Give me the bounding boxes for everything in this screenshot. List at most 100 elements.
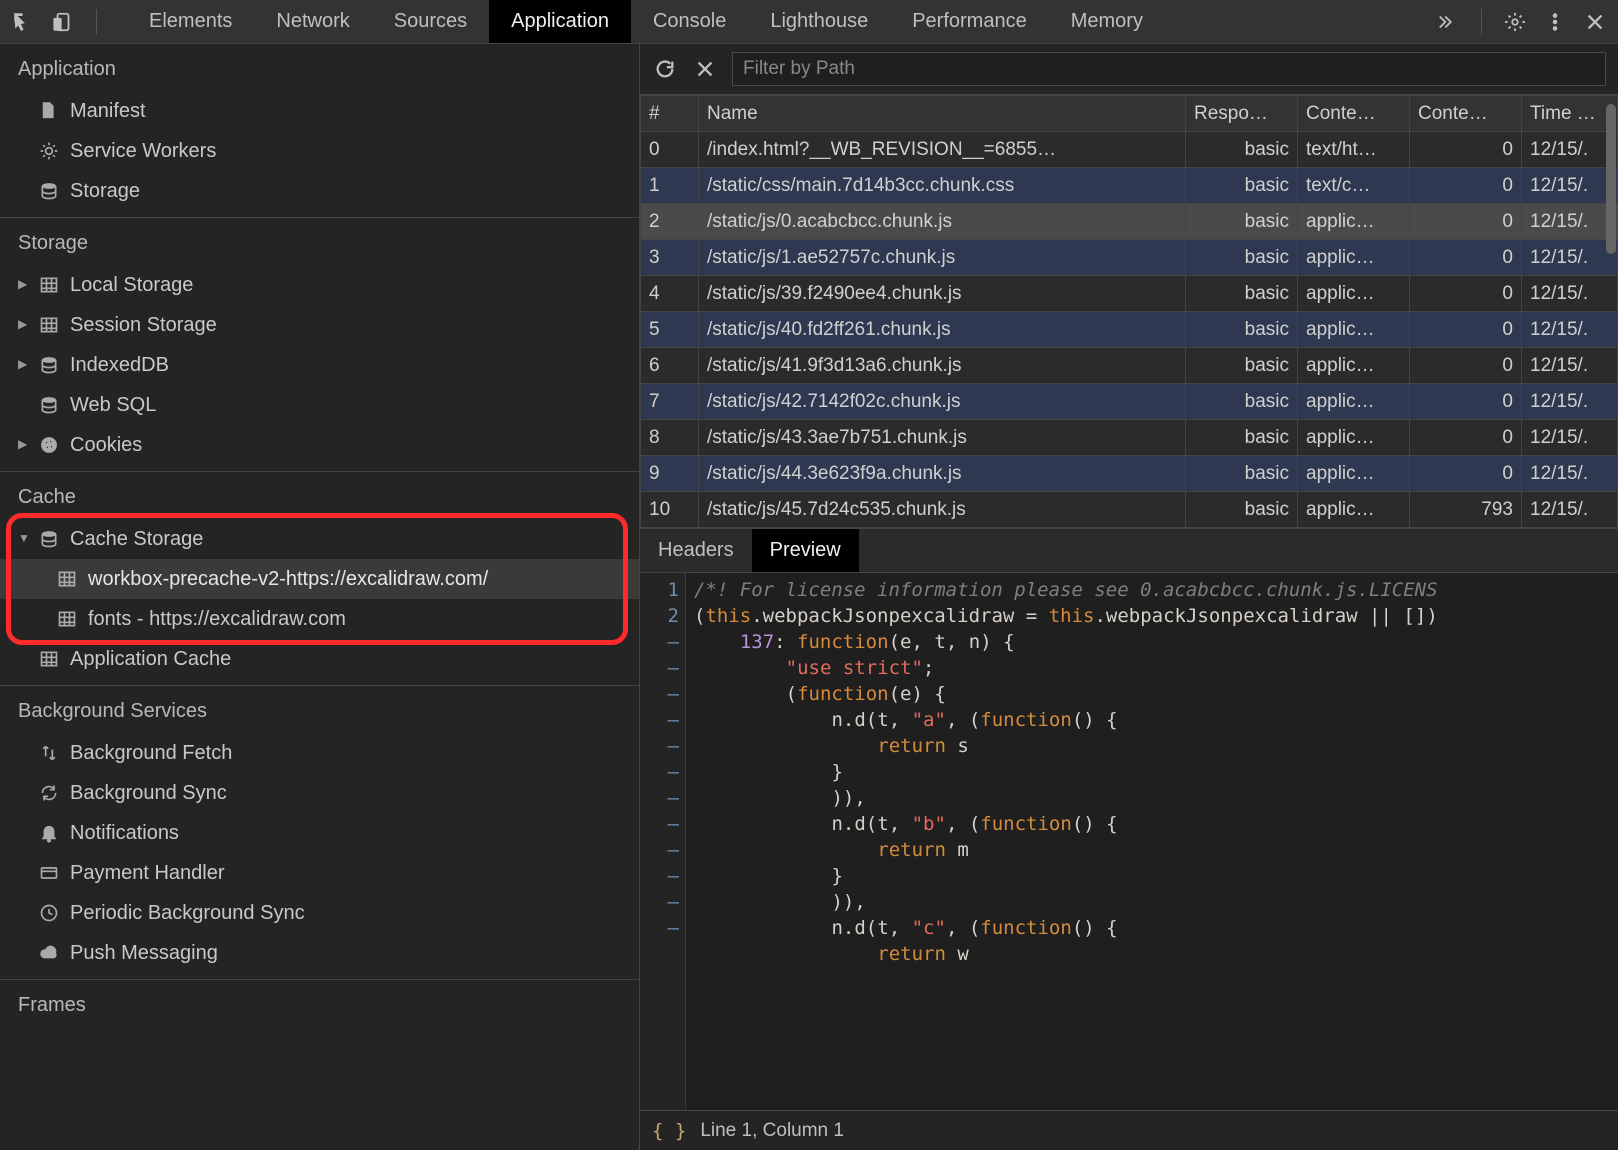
cell-name: /static/js/1.ae52757c.chunk.js [699,240,1186,276]
tree-item[interactable]: Background Sync [0,773,639,813]
tree-item-label: Local Storage [70,269,193,301]
caret-right-icon[interactable]: ▶ [18,435,28,454]
cell-c2: 0 [1410,276,1522,312]
tree-item[interactable]: workbox-precache-v2-https://excalidraw.c… [0,559,639,599]
tree-item[interactable]: ▶Session Storage [0,305,639,345]
tab-label: Network [276,10,349,33]
db-icon [38,354,60,376]
inspect-element-icon[interactable] [10,9,36,35]
cell-idx: 8 [641,420,699,456]
caret-right-icon[interactable]: ▶ [18,315,28,334]
column-header[interactable]: Time … [1522,96,1618,132]
tree-item[interactable]: Manifest [0,91,639,131]
fold-marker[interactable]: — [642,681,679,707]
tree-item-label: Storage [70,175,140,207]
cell-time: 12/15/. [1522,384,1618,420]
cell-c2: 0 [1410,204,1522,240]
column-header[interactable]: Conte… [1298,96,1410,132]
cell-c1: applic… [1298,348,1410,384]
table-row[interactable]: 8/static/js/43.3ae7b751.chunk.jsbasicapp… [641,420,1618,456]
fold-marker[interactable]: — [642,655,679,681]
tree-item-label: Notifications [70,817,179,849]
vertical-scrollbar-thumb[interactable] [1606,104,1616,254]
fold-marker[interactable]: — [642,759,679,785]
fold-marker[interactable]: — [642,707,679,733]
cell-idx: 4 [641,276,699,312]
table-row[interactable]: 0/index.html?__WB_REVISION__=6855…basict… [641,132,1618,168]
reload-icon[interactable] [652,56,678,82]
tree-item[interactable]: Application Cache [0,639,639,679]
delete-entry-icon[interactable] [692,56,718,82]
caret-right-icon[interactable]: ▶ [18,275,28,294]
column-header[interactable]: Conte… [1410,96,1522,132]
tree-item[interactable]: Payment Handler [0,853,639,893]
cell-name: /static/js/44.3e623f9a.chunk.js [699,456,1186,492]
tree-item[interactable]: fonts - https://excalidraw.com [0,599,639,639]
table-row[interactable]: 9/static/js/44.3e623f9a.chunk.jsbasicapp… [641,456,1618,492]
tree-item[interactable]: Web SQL [0,385,639,425]
tree-item[interactable]: ▶ Cookies [0,425,639,465]
tab-network[interactable]: Network [254,0,371,43]
fold-marker[interactable]: — [642,629,679,655]
more-tabs-chevron-icon[interactable] [1435,9,1461,35]
tree-item[interactable]: Service Workers [0,131,639,171]
tab-performance[interactable]: Performance [890,0,1049,43]
caret-right-icon[interactable]: ▶ [18,355,28,374]
tree-item[interactable]: Background Fetch [0,733,639,773]
tree-item[interactable]: ▼ Cache Storage [0,519,639,559]
fold-marker[interactable]: — [642,733,679,759]
fold-marker[interactable]: — [642,811,679,837]
table-row[interactable]: 5/static/js/40.fd2ff261.chunk.jsbasicapp… [641,312,1618,348]
tab-memory[interactable]: Memory [1049,0,1165,43]
close-devtools-icon[interactable] [1582,9,1608,35]
subtab-headers[interactable]: Headers [640,529,752,572]
table-row[interactable]: 7/static/js/42.7142f02c.chunk.jsbasicapp… [641,384,1618,420]
fold-marker[interactable]: — [642,863,679,889]
fold-marker[interactable]: — [642,915,679,941]
cell-name: /static/js/41.9f3d13a6.chunk.js [699,348,1186,384]
fold-marker[interactable]: — [642,837,679,863]
cell-c2: 0 [1410,384,1522,420]
tab-lighthouse[interactable]: Lighthouse [748,0,890,43]
card-icon [38,862,60,884]
tab-elements[interactable]: Elements [127,0,254,43]
settings-icon[interactable] [1502,9,1528,35]
column-header[interactable]: # [641,96,699,132]
toggle-device-icon[interactable] [50,9,76,35]
tree-item-label: Cookies [70,429,142,461]
tree-item-label: Web SQL [70,389,156,421]
column-header[interactable]: Name [699,96,1186,132]
tree-item[interactable]: Storage [0,171,639,211]
tab-sources[interactable]: Sources [372,0,489,43]
kebab-menu-icon[interactable] [1542,9,1568,35]
cell-c1: applic… [1298,456,1410,492]
tab-console[interactable]: Console [631,0,748,43]
tree-item-label: Cache Storage [70,523,203,555]
cache-storage-detail: #NameRespo…Conte…Conte…Time …0/index.htm… [640,44,1618,1150]
table-row[interactable]: 6/static/js/41.9f3d13a6.chunk.jsbasicapp… [641,348,1618,384]
tree-item[interactable]: ▶IndexedDB [0,345,639,385]
tab-application[interactable]: Application [489,0,631,43]
subtab-preview[interactable]: Preview [752,529,859,572]
fold-marker[interactable]: — [642,889,679,915]
table-row[interactable]: 3/static/js/1.ae52757c.chunk.jsbasicappl… [641,240,1618,276]
tree-item[interactable]: Push Messaging [0,933,639,973]
table-row[interactable]: 10/static/js/45.7d24c535.chunk.jsbasicap… [641,492,1618,528]
tree-item[interactable]: Notifications [0,813,639,853]
pretty-print-icon[interactable]: { } [652,1120,686,1142]
fold-marker[interactable]: — [642,785,679,811]
filter-input[interactable] [732,52,1606,86]
clock-icon [38,902,60,924]
tree-item-label: Service Workers [70,135,216,167]
table-row[interactable]: 4/static/js/39.f2490ee4.chunk.jsbasicapp… [641,276,1618,312]
column-header[interactable]: Respo… [1186,96,1298,132]
tree-item[interactable]: Periodic Background Sync [0,893,639,933]
cell-name: /static/css/main.7d14b3cc.chunk.css [699,168,1186,204]
preview-code-editor[interactable]: 12———————————— /*! For license informati… [640,573,1618,1110]
caret-down-icon[interactable]: ▼ [18,529,28,548]
tree-item[interactable]: ▶ Local Storage [0,265,639,305]
table-row[interactable]: 1/static/css/main.7d14b3cc.chunk.cssbasi… [641,168,1618,204]
table-row[interactable]: 2/static/js/0.acabcbcc.chunk.jsbasicappl… [641,204,1618,240]
filter-bar [640,44,1618,95]
cell-respo: basic [1186,348,1298,384]
